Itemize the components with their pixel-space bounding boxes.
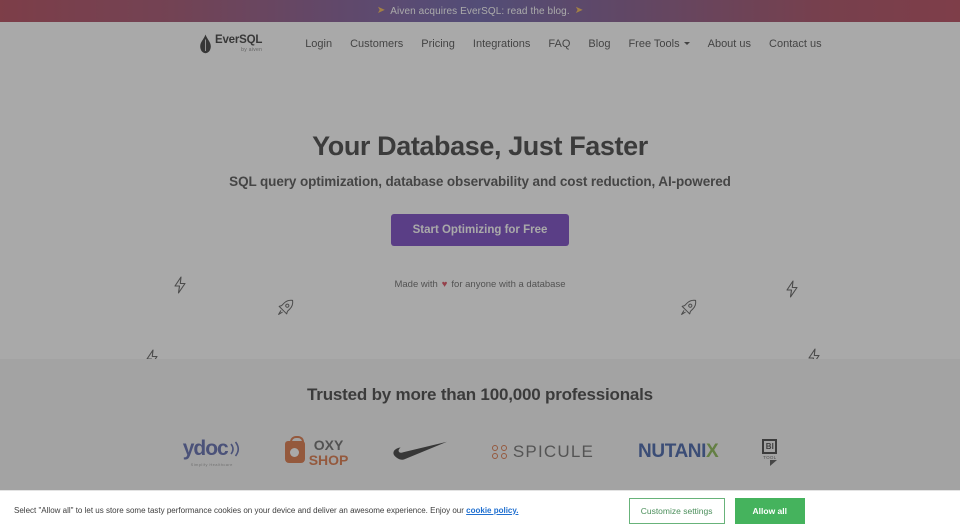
nav-label: Login bbox=[305, 37, 333, 50]
nutanix-accent-x: X bbox=[706, 441, 719, 462]
lightning-bolt-icon bbox=[173, 276, 187, 294]
made-with-prefix: Made with bbox=[394, 279, 438, 290]
shopping-bag-icon bbox=[284, 436, 305, 463]
nav-label: Blog bbox=[588, 37, 611, 50]
page-title: Your Database, Just Faster bbox=[312, 131, 648, 161]
page-root: ➤ Aiven acquires EverSQL: read the blog.… bbox=[0, 0, 960, 531]
trusted-section: Trusted by more than 100,000 professiona… bbox=[0, 359, 960, 490]
cookie-message: Select "Allow all" to let us store some … bbox=[14, 505, 464, 515]
hero-subtitle: SQL query optimization, database observa… bbox=[229, 174, 731, 189]
site-header: EverSQL by aiven Login Customers Pricing… bbox=[0, 22, 960, 65]
nutanix-logo-icon: NUTANI X bbox=[638, 441, 719, 463]
made-with-note: Made with ♥ for anyone with a database bbox=[0, 279, 960, 290]
brand-logo[interactable]: EverSQL by aiven bbox=[199, 34, 262, 54]
main-navigation: Login Customers Pricing Integrations FAQ… bbox=[296, 34, 830, 54]
nav-item-login[interactable]: Login bbox=[296, 34, 341, 54]
announcement-text[interactable]: Aiven acquires EverSQL: read the blog. bbox=[390, 6, 569, 17]
mydoc-logo-icon: ydoc Simplify Healthcare bbox=[183, 437, 241, 467]
customer-logo-spicule: SPICULE bbox=[492, 432, 594, 472]
announcement-banner[interactable]: ➤ Aiven acquires EverSQL: read the blog.… bbox=[0, 0, 960, 22]
hero-section: Your Database, Just Faster SQL query opt… bbox=[0, 65, 960, 359]
header-inner: EverSQL by aiven Login Customers Pricing… bbox=[0, 34, 960, 54]
lightning-bolt-icon bbox=[145, 349, 159, 359]
mydoc-wordmark: ydoc bbox=[183, 437, 241, 461]
allow-all-button[interactable]: Allow all bbox=[734, 498, 805, 524]
bi-tool-logo-icon: BI TOOL bbox=[762, 438, 778, 466]
nav-label: Integrations bbox=[472, 37, 531, 50]
customer-logo-row: ydoc Simplify Healthcare OXY SHOP SPICUL… bbox=[0, 432, 960, 472]
nav-item-about-us[interactable]: About us bbox=[699, 34, 760, 54]
oxyshop-line2: SHOP bbox=[308, 451, 349, 468]
nav-item-customers[interactable]: Customers bbox=[341, 34, 412, 54]
signal-arc-icon bbox=[230, 441, 239, 457]
nike-swoosh-icon bbox=[393, 441, 448, 460]
arrow-right-icon: ➤ bbox=[574, 5, 584, 16]
made-with-suffix: for anyone with a database bbox=[451, 279, 566, 290]
nav-item-integrations[interactable]: Integrations bbox=[464, 34, 539, 54]
nav-label: About us bbox=[707, 37, 752, 50]
lightning-bolt-icon bbox=[785, 280, 799, 298]
nav-item-pricing[interactable]: Pricing bbox=[412, 34, 464, 54]
cookie-consent-bar: Select "Allow all" to let us store some … bbox=[0, 490, 960, 531]
heart-icon: ♥ bbox=[441, 279, 448, 290]
arrow-right-icon: ➤ bbox=[376, 5, 386, 16]
trusted-title: Trusted by more than 100,000 professiona… bbox=[307, 385, 653, 404]
nav-item-contact-us[interactable]: Contact us bbox=[760, 34, 831, 54]
nav-item-free-tools[interactable]: Free Tools bbox=[619, 34, 698, 54]
nav-item-blog[interactable]: Blog bbox=[579, 34, 619, 54]
rocket-icon bbox=[680, 299, 697, 316]
nav-label: Pricing bbox=[421, 37, 455, 50]
spicule-dots-icon bbox=[492, 445, 508, 459]
customer-logo-mydoc: ydoc Simplify Healthcare bbox=[183, 432, 241, 472]
brand-name: EverSQL bbox=[215, 33, 263, 46]
nav-label: Customers bbox=[350, 37, 404, 50]
customer-logo-nutanix: NUTANI X bbox=[638, 432, 719, 472]
cta-wrapper: Start Optimizing for Free bbox=[0, 214, 960, 246]
brand-text: EverSQL by aiven bbox=[215, 33, 263, 53]
customer-logo-nike bbox=[392, 432, 448, 472]
oxyshop-logo-icon: OXY SHOP bbox=[284, 436, 349, 467]
mydoc-tagline: Simplify Healthcare bbox=[190, 462, 233, 467]
nav-label: Contact us bbox=[769, 37, 822, 50]
eversql-droplet-icon bbox=[200, 34, 211, 53]
bi-tool-tail-icon bbox=[770, 459, 778, 466]
oxyshop-line1: OXY bbox=[313, 436, 344, 453]
cookie-actions: Customize settings Allow all bbox=[628, 498, 960, 524]
customer-logo-oxyshop: OXY SHOP bbox=[284, 432, 349, 472]
nutanix-wordmark: NUTANI bbox=[638, 441, 707, 462]
spicule-logo-icon: SPICULE bbox=[492, 442, 594, 462]
spicule-wordmark: SPICULE bbox=[512, 442, 595, 461]
start-optimizing-button[interactable]: Start Optimizing for Free bbox=[390, 214, 570, 246]
bi-tool-box: BI bbox=[762, 438, 778, 454]
oxyshop-wordmark: OXY SHOP bbox=[309, 438, 349, 467]
rocket-icon bbox=[277, 299, 294, 316]
cookie-consent-text: Select "Allow all" to let us store some … bbox=[0, 506, 629, 516]
nav-item-faq[interactable]: FAQ bbox=[539, 34, 579, 54]
chevron-down-icon bbox=[683, 42, 690, 45]
nav-label: FAQ bbox=[548, 37, 571, 50]
customize-settings-button[interactable]: Customize settings bbox=[628, 498, 725, 524]
lightning-bolt-icon bbox=[807, 348, 821, 359]
customer-logo-bi-tool: BI TOOL bbox=[762, 432, 778, 472]
nav-label: Free Tools bbox=[628, 37, 680, 50]
mydoc-word: ydoc bbox=[182, 437, 229, 460]
brand-subtitle: by aiven bbox=[241, 46, 263, 53]
cookie-policy-link[interactable]: cookie policy. bbox=[466, 506, 518, 515]
